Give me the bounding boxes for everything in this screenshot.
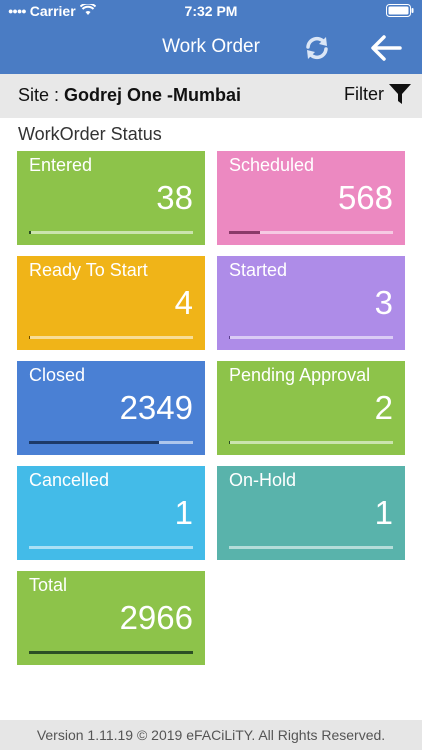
tile-label: Scheduled <box>229 155 315 175</box>
tile-label: Cancelled <box>29 470 110 490</box>
tile-progress-bar <box>29 441 193 444</box>
status-tile-scheduled[interactable]: Scheduled 568 <box>217 151 405 245</box>
tile-count: 1 <box>374 494 393 531</box>
status-tile-ready-to-start[interactable]: Ready To Start 4 <box>17 256 205 350</box>
status-tile-cancelled[interactable]: Cancelled 1 <box>17 466 205 560</box>
page-title: Work Order <box>162 36 260 57</box>
status-tile-on-hold[interactable]: On-Hold 1 <box>217 466 405 560</box>
tile-label: Total <box>29 575 68 595</box>
refresh-icon <box>306 36 328 60</box>
app-header: ●●●● Carrier 7:32 PM Work Order <box>0 0 422 74</box>
tile-progress-bar <box>29 546 193 549</box>
tile-count: 4 <box>174 284 193 321</box>
filter-label: Filter <box>344 83 384 104</box>
site-info: Site : Godrej One -Mumbai <box>18 85 241 106</box>
tile-count: 3 <box>374 284 393 321</box>
back-button[interactable] <box>366 31 406 65</box>
refresh-button[interactable] <box>300 31 334 65</box>
status-bar: ●●●● Carrier 7:32 PM <box>0 0 422 22</box>
funnel-icon <box>389 84 411 104</box>
site-label: Site : <box>18 85 65 105</box>
tile-count: 38 <box>156 179 193 216</box>
status-tile-closed[interactable]: Closed 2349 <box>17 361 205 455</box>
tile-progress-bar <box>29 336 193 339</box>
tile-progress-bar <box>29 651 193 654</box>
tile-count: 1 <box>174 494 193 531</box>
tile-label: Entered <box>29 155 93 175</box>
tile-progress-fill <box>229 231 261 234</box>
app-root: ●●●● Carrier 7:32 PM Work Order Site: G… <box>0 0 422 750</box>
tile-count: 2966 <box>119 599 193 636</box>
tile-progress-bar <box>229 546 393 549</box>
tile-progress-fill <box>29 651 193 654</box>
battery-icon <box>386 4 414 20</box>
footer: Version 1.11.19 © 2019 eFACiLiTY. All Ri… <box>0 720 422 750</box>
tile-label: Started <box>229 260 288 280</box>
tile-progress-bar <box>229 441 393 444</box>
arrow-left-icon <box>371 35 402 61</box>
tile-progress-fill <box>29 441 159 444</box>
tile-progress-fill <box>29 231 32 234</box>
status-tile-pending-approval[interactable]: Pending Approval 2 <box>217 361 405 455</box>
status-tile-entered[interactable]: Entered 38 <box>17 151 205 245</box>
tile-count: 2349 <box>119 389 193 426</box>
site-bar: Site : Godrej One -Mumbai Filter <box>0 74 422 118</box>
tile-label: Ready To Start <box>29 260 148 280</box>
tile-progress-bar <box>229 231 393 234</box>
tile-label: Closed <box>29 365 86 385</box>
tile-count: 568 <box>337 179 393 216</box>
tile-label: Pending Approval <box>229 365 371 385</box>
tile-count: 2 <box>374 389 393 426</box>
section-title: WorkOrder Status <box>18 124 162 144</box>
filter-button[interactable]: Filter <box>344 82 412 106</box>
tile-progress-bar <box>229 336 393 339</box>
site-name: Godrej One -Mumbai <box>64 85 242 105</box>
status-tile-total[interactable]: Total 2966 <box>17 571 205 665</box>
tile-progress-bar <box>29 231 193 234</box>
status-tile-started[interactable]: Started 3 <box>217 256 405 350</box>
tile-label: On-Hold <box>229 470 297 490</box>
status-time: 7:32 PM <box>184 3 238 19</box>
